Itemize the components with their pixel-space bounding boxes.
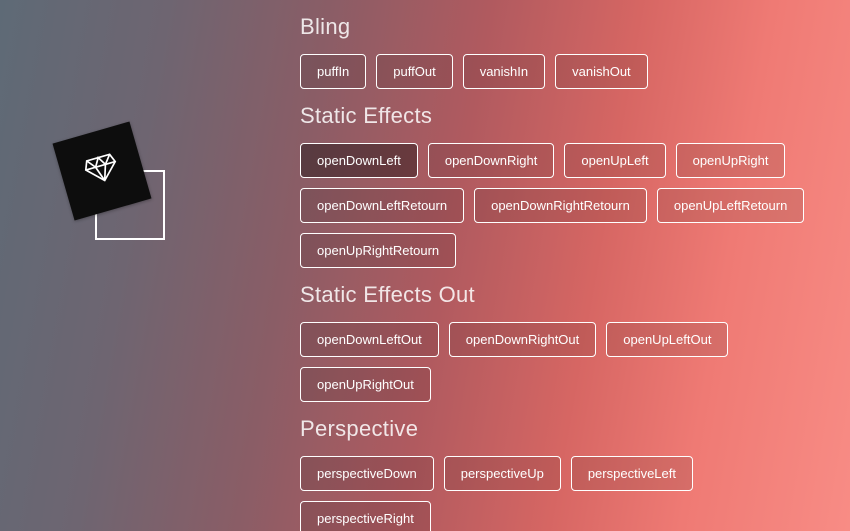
btn-openupleftretourn[interactable]: openUpLeftRetourn (657, 188, 804, 223)
btn-openupleftout[interactable]: openUpLeftOut (606, 322, 728, 357)
btn-opendownleft[interactable]: openDownLeft (300, 143, 418, 178)
btn-openuprightretourn[interactable]: openUpRightRetourn (300, 233, 456, 268)
btn-puffin[interactable]: puffIn (300, 54, 366, 89)
btn-openuprightout[interactable]: openUpRightOut (300, 367, 431, 402)
effects-panel: Bling puffIn puffOut vanishIn vanishOut … (300, 0, 850, 531)
btn-openupright[interactable]: openUpRight (676, 143, 786, 178)
btn-perspectiveleft[interactable]: perspectiveLeft (571, 456, 693, 491)
section-static-effects-out: Static Effects Out openDownLeftOut openD… (300, 282, 830, 402)
btn-opendownright[interactable]: openDownRight (428, 143, 555, 178)
btn-perspectivedown[interactable]: perspectiveDown (300, 456, 434, 491)
btn-opendownleftout[interactable]: openDownLeftOut (300, 322, 439, 357)
section-perspective: Perspective perspectiveDown perspectiveU… (300, 416, 830, 531)
btn-opendownrightretourn[interactable]: openDownRightRetourn (474, 188, 647, 223)
section-title: Bling (300, 14, 830, 40)
btn-perspectiveright[interactable]: perspectiveRight (300, 501, 431, 531)
diamond-icon (81, 150, 123, 191)
btn-vanishin[interactable]: vanishIn (463, 54, 545, 89)
btn-opendownrightout[interactable]: openDownRightOut (449, 322, 596, 357)
btn-perspectiveup[interactable]: perspectiveUp (444, 456, 561, 491)
btn-opendownleftretourn[interactable]: openDownLeftRetourn (300, 188, 464, 223)
section-title: Static Effects Out (300, 282, 830, 308)
section-static-effects: Static Effects openDownLeft openDownRigh… (300, 103, 830, 268)
section-title: Perspective (300, 416, 830, 442)
btn-puffout[interactable]: puffOut (376, 54, 452, 89)
btn-openupleft[interactable]: openUpLeft (564, 143, 665, 178)
section-bling: Bling puffIn puffOut vanishIn vanishOut (300, 14, 830, 89)
btn-vanishout[interactable]: vanishOut (555, 54, 648, 89)
section-title: Static Effects (300, 103, 830, 129)
